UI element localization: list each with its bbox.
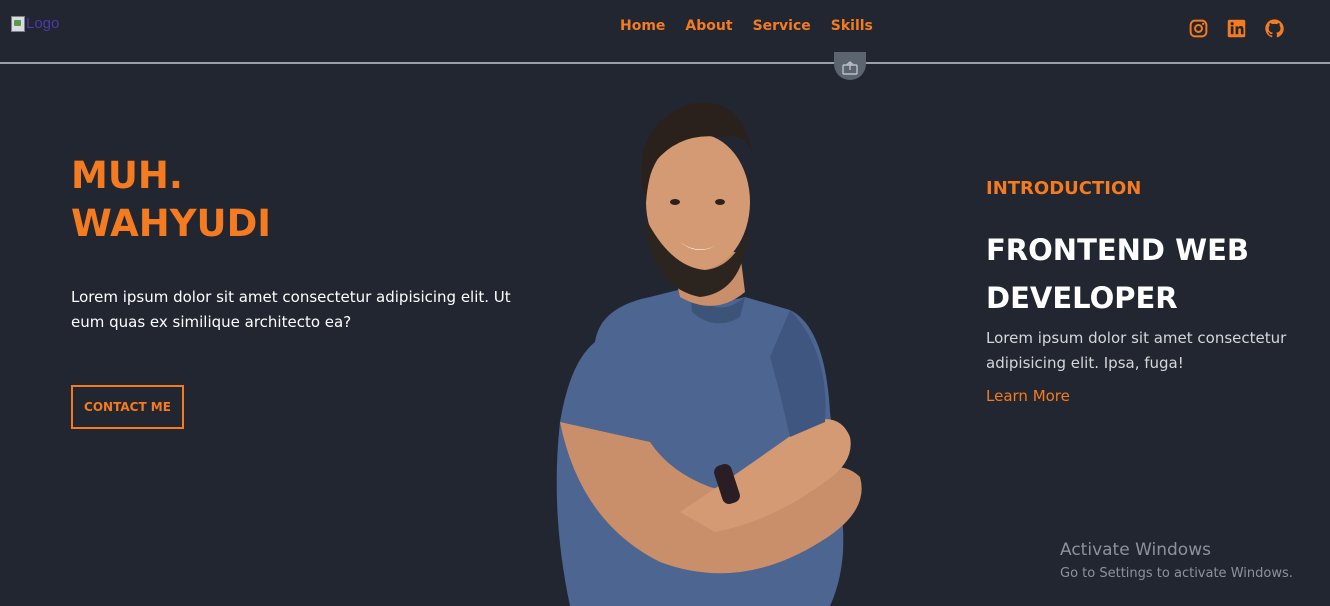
hero-description: Lorem ipsum dolor sit amet consectetur a… <box>71 288 511 331</box>
activate-windows-subtitle: Go to Settings to activate Windows. <box>1060 566 1293 581</box>
hero-name-line1: MUH. <box>71 154 183 197</box>
logo-alt-text: Logo <box>26 15 60 32</box>
site-header: Logo Home About Service Skills <box>0 0 1330 62</box>
intro-text: Lorem ipsum dolor sit amet consectetur a… <box>986 329 1287 372</box>
linkedin-icon[interactable] <box>1226 18 1247 39</box>
nav-skills[interactable]: Skills <box>831 18 873 34</box>
broken-image-icon <box>11 15 25 32</box>
nav-about[interactable]: About <box>685 18 732 34</box>
logo[interactable]: Logo <box>11 15 59 32</box>
header-divider <box>0 62 1330 64</box>
share-button[interactable] <box>834 52 866 80</box>
hero-portrait <box>556 102 862 606</box>
hero-name-line2: WAHYUDI <box>71 202 272 245</box>
main-nav: Home About Service Skills <box>620 18 873 34</box>
role-title: FRONTEND WEB DEVELOPER <box>986 226 1316 322</box>
social-links <box>1188 18 1285 39</box>
contact-me-button[interactable]: CONTACT ME <box>71 385 184 429</box>
role-title-line1: FRONTEND WEB <box>986 233 1249 267</box>
share-icon <box>842 61 858 75</box>
role-title-line2: DEVELOPER <box>986 281 1178 315</box>
nav-service[interactable]: Service <box>753 18 811 34</box>
instagram-icon[interactable] <box>1188 18 1209 39</box>
github-icon[interactable] <box>1264 18 1285 39</box>
learn-more-link[interactable]: Learn More <box>986 387 1070 405</box>
hero-name: MUH. WAHYUDI <box>71 152 271 248</box>
nav-home[interactable]: Home <box>620 18 665 34</box>
intro-label: INTRODUCTION <box>986 178 1142 199</box>
activate-windows-title: Activate Windows <box>1060 540 1211 560</box>
